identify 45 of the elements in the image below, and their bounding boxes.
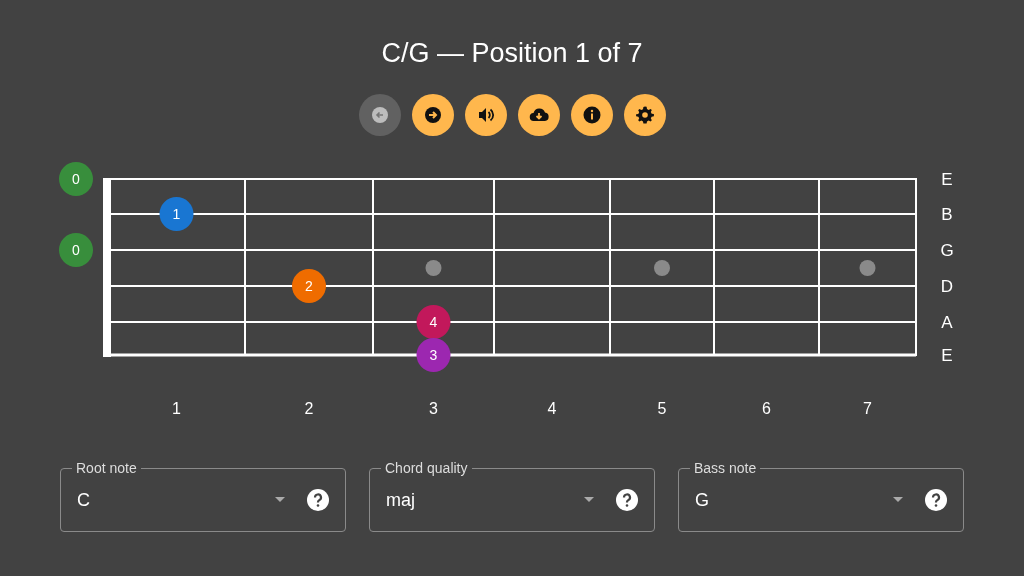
help-icon[interactable] (925, 489, 947, 511)
fret-number: 7 (863, 400, 872, 417)
string-label: E (941, 170, 953, 189)
field-value: C (77, 489, 91, 511)
dropdown-field[interactable]: Bass note G (678, 459, 964, 532)
finger-dot: 4 (416, 305, 451, 339)
string-label: G (940, 241, 954, 260)
inlay-dot (425, 260, 442, 276)
help-icon[interactable] (616, 489, 638, 511)
arrow-right-icon (422, 105, 443, 125)
finger-dot: 2 (292, 269, 326, 303)
arrow-right-button[interactable] (411, 94, 454, 136)
string-label: B (941, 205, 953, 224)
finger-dot: 3 (416, 338, 451, 372)
fret-number: 5 (657, 400, 667, 417)
info-button[interactable] (570, 94, 613, 136)
cloud-download-button[interactable] (517, 94, 560, 136)
finger-dot: 0 (59, 233, 93, 267)
string-label: D (940, 277, 954, 296)
fret-number: 3 (429, 400, 438, 417)
arrow-left-icon (369, 105, 390, 125)
caret-icon (584, 497, 594, 503)
caret-icon (893, 497, 903, 503)
fret-number: 4 (547, 400, 557, 417)
fret-number: 1 (172, 400, 181, 417)
help-icon[interactable] (307, 489, 329, 511)
speaker-button[interactable] (464, 94, 507, 136)
fret-number: 2 (304, 400, 314, 417)
settings-button[interactable] (623, 94, 666, 136)
finger-dot: 1 (159, 197, 194, 231)
field-value: G (695, 489, 710, 511)
finger-dot: 0 (59, 162, 93, 196)
field-label: Chord quality (381, 459, 472, 477)
dropdown-field[interactable]: Root note C (60, 459, 346, 532)
info-icon (581, 105, 602, 125)
caret-icon (275, 497, 285, 503)
string-label: A (941, 313, 953, 332)
fret-number: 6 (762, 400, 771, 417)
settings-icon (634, 105, 655, 125)
field-value: maj (386, 489, 416, 511)
inlay-dot (654, 260, 670, 276)
inlay-dot (859, 260, 876, 276)
string-label: E (941, 346, 953, 365)
dropdown-field[interactable]: Chord quality maj (369, 459, 655, 532)
chord-title: C/G — Position 1 of 7 (381, 37, 643, 70)
